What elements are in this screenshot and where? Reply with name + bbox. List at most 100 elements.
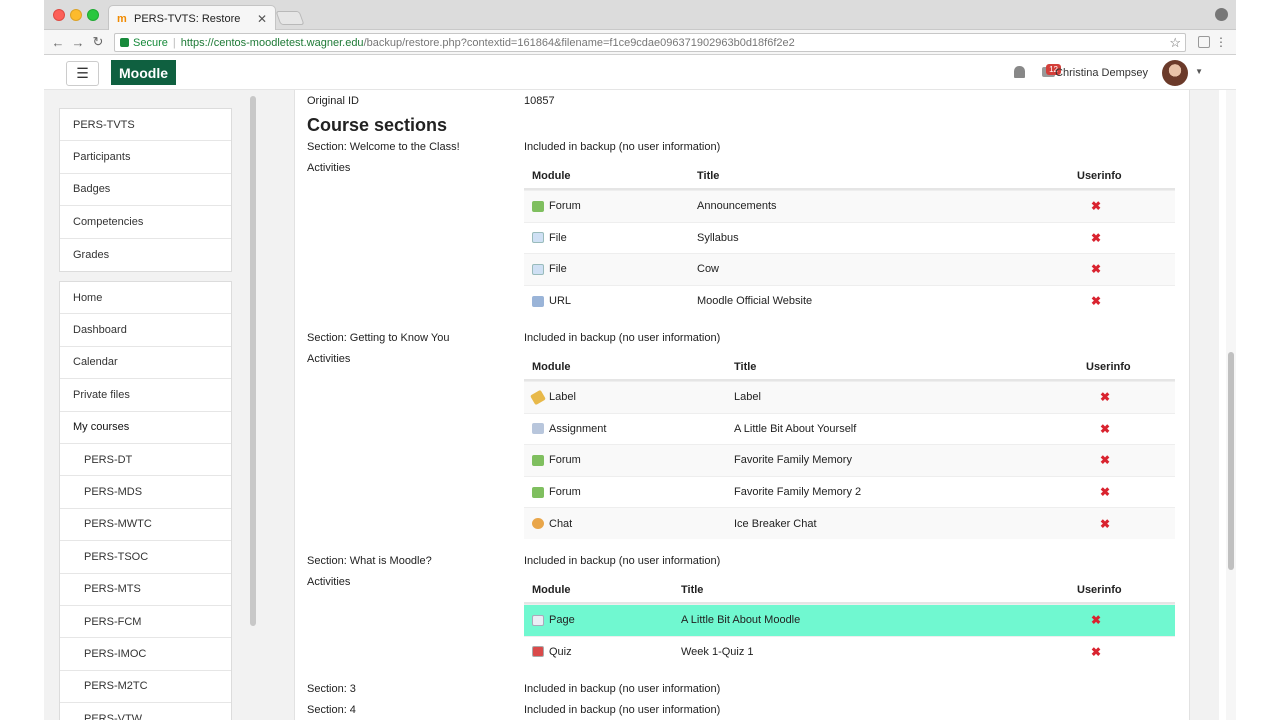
excluded-x-icon: ✖ xyxy=(1100,453,1111,468)
tab-bar: m PERS-TVTS: Restore ✕ xyxy=(44,0,1236,30)
section-status: Included in backup (no user information) xyxy=(524,141,721,153)
section-status: Included in backup (no user information) xyxy=(524,704,721,716)
nav-item-competencies[interactable]: Competencies xyxy=(60,206,231,239)
activity-title: A Little Bit About Yourself xyxy=(734,422,857,435)
url-field[interactable]: Secure | https://centos-moodletest.wagne… xyxy=(114,33,1186,52)
browser-menu-icon[interactable]: ⋮ xyxy=(1215,35,1227,49)
table-row: Forum Announcements ✖ xyxy=(524,190,1175,222)
col-title: Title xyxy=(697,170,720,182)
url-icon xyxy=(532,295,544,307)
minimize-window-button[interactable] xyxy=(70,9,82,21)
screen-edge-right xyxy=(1236,0,1280,720)
forum-icon xyxy=(532,486,544,498)
table-header: Module Title Userinfo xyxy=(524,355,1175,381)
nav-item-course-link[interactable]: PERS-VTW xyxy=(60,703,231,720)
nav-item-calendar[interactable]: Calendar xyxy=(60,347,231,380)
activities-table: Module Title Userinfo Page A Little Bit … xyxy=(524,578,1175,667)
col-module: Module xyxy=(532,361,571,373)
section-status: Included in backup (no user information) xyxy=(524,332,721,344)
module-name: Forum xyxy=(549,200,581,213)
activity-title: Cow xyxy=(697,263,720,276)
new-tab-button[interactable] xyxy=(275,11,305,25)
nav-item-course-link[interactable]: PERS-MDS xyxy=(60,476,231,509)
user-name[interactable]: Christina Dempsey xyxy=(1055,67,1148,79)
table-header: Module Title Userinfo xyxy=(524,578,1175,604)
nav-item-course-link[interactable]: PERS-FCM xyxy=(60,606,231,639)
table-row: Assignment A Little Bit About Yourself ✖ xyxy=(524,412,1175,445)
label-icon xyxy=(530,389,546,406)
activity-title: A Little Bit About Moodle xyxy=(681,614,801,627)
profile-icon[interactable] xyxy=(1215,8,1228,21)
table-header: Module Title Userinfo xyxy=(524,164,1175,190)
restore-card: Original ID 10857 Course sections Sectio… xyxy=(294,90,1190,720)
main-region: Original ID 10857 Course sections Sectio… xyxy=(257,90,1219,720)
col-userinfo: Userinfo xyxy=(1077,584,1122,596)
nav-item-course-link[interactable]: PERS-MTS xyxy=(60,574,231,606)
moodle-brand-link[interactable]: Moodle xyxy=(111,60,176,85)
section-label: Section: Getting to Know You xyxy=(307,332,450,344)
nav-item-badges[interactable]: Badges xyxy=(60,174,231,207)
nav-item-course-link[interactable]: PERS-DT xyxy=(60,444,231,477)
col-userinfo: Userinfo xyxy=(1086,361,1131,373)
chat-icon xyxy=(532,518,544,530)
activities-label: Activities xyxy=(307,576,351,588)
tab-close-icon[interactable]: ✕ xyxy=(257,12,267,26)
quiz-icon xyxy=(532,646,544,658)
url-separator: | xyxy=(172,36,176,49)
site-nav-block: Home Dashboard Calendar Private files My… xyxy=(59,281,232,720)
extension-icon[interactable] xyxy=(1198,36,1210,48)
nav-item-private-files[interactable]: Private files xyxy=(60,379,231,412)
table-row: Label Label ✖ xyxy=(524,381,1175,413)
page-scrollbar-thumb[interactable] xyxy=(1228,352,1234,570)
nav-item-course-link[interactable]: PERS-TSOC xyxy=(60,541,231,574)
excluded-x-icon: ✖ xyxy=(1091,294,1102,309)
user-menu-caret-icon[interactable]: ▼ xyxy=(1195,67,1203,76)
activity-title: Label xyxy=(734,391,761,404)
nav-item-my-courses[interactable]: My courses xyxy=(60,412,231,444)
bookmark-star-icon[interactable]: ☆ xyxy=(1169,35,1181,51)
reload-icon[interactable]: ↻ xyxy=(88,34,108,50)
page-scrollbar[interactable] xyxy=(1226,90,1236,720)
notifications-bell-icon[interactable] xyxy=(1014,66,1025,78)
nav-item-grades[interactable]: Grades xyxy=(60,239,231,271)
activity-title: Announcements xyxy=(697,200,777,213)
col-userinfo: Userinfo xyxy=(1077,170,1122,182)
sidebar-scrollbar-thumb[interactable] xyxy=(250,96,256,626)
browser-tab[interactable]: m PERS-TVTS: Restore ✕ xyxy=(108,5,276,30)
activities-table: Module Title Userinfo Forum Announcement… xyxy=(524,164,1175,316)
nav-item-course-link[interactable]: PERS-M2TC xyxy=(60,671,231,704)
nav-item-participants[interactable]: Participants xyxy=(60,141,231,174)
excluded-x-icon: ✖ xyxy=(1100,390,1111,405)
section-label: Section: 3 xyxy=(307,683,356,695)
nav-item-course-link[interactable]: PERS-IMOC xyxy=(60,638,231,671)
nav-item-course[interactable]: PERS-TVTS xyxy=(60,109,231,142)
moodle-favicon-icon: m xyxy=(117,12,127,25)
module-name: Forum xyxy=(549,454,581,467)
maximize-window-button[interactable] xyxy=(87,9,99,21)
activities-label: Activities xyxy=(307,162,351,174)
activity-title: Week 1-Quiz 1 xyxy=(681,645,754,658)
nav-item-course-link[interactable]: PERS-MWTC xyxy=(60,509,231,542)
hamburger-menu-button[interactable]: ☰ xyxy=(66,61,99,86)
activity-title: Ice Breaker Chat xyxy=(734,517,817,530)
sidebar-scrollbar[interactable] xyxy=(249,90,257,720)
nav-item-home[interactable]: Home xyxy=(60,282,231,315)
avatar[interactable] xyxy=(1162,60,1188,86)
col-title: Title xyxy=(734,361,757,373)
activity-title: Favorite Family Memory xyxy=(734,454,852,467)
excluded-x-icon: ✖ xyxy=(1091,613,1102,628)
activities-table: Module Title Userinfo Label Label ✖ Assi… xyxy=(524,355,1175,539)
excluded-x-icon: ✖ xyxy=(1100,485,1111,500)
close-window-button[interactable] xyxy=(53,9,65,21)
forward-arrow-icon[interactable]: → xyxy=(68,35,88,50)
module-name: File xyxy=(549,263,567,276)
excluded-x-icon: ✖ xyxy=(1091,262,1102,277)
lock-icon xyxy=(120,38,129,47)
col-title: Title xyxy=(681,584,704,596)
excluded-x-icon: ✖ xyxy=(1100,516,1111,531)
section-label: Section: Welcome to the Class! xyxy=(307,141,460,153)
back-arrow-icon[interactable]: ← xyxy=(48,35,68,50)
original-id-value: 10857 xyxy=(524,95,555,107)
excluded-x-icon: ✖ xyxy=(1091,230,1102,245)
nav-item-dashboard[interactable]: Dashboard xyxy=(60,314,231,347)
